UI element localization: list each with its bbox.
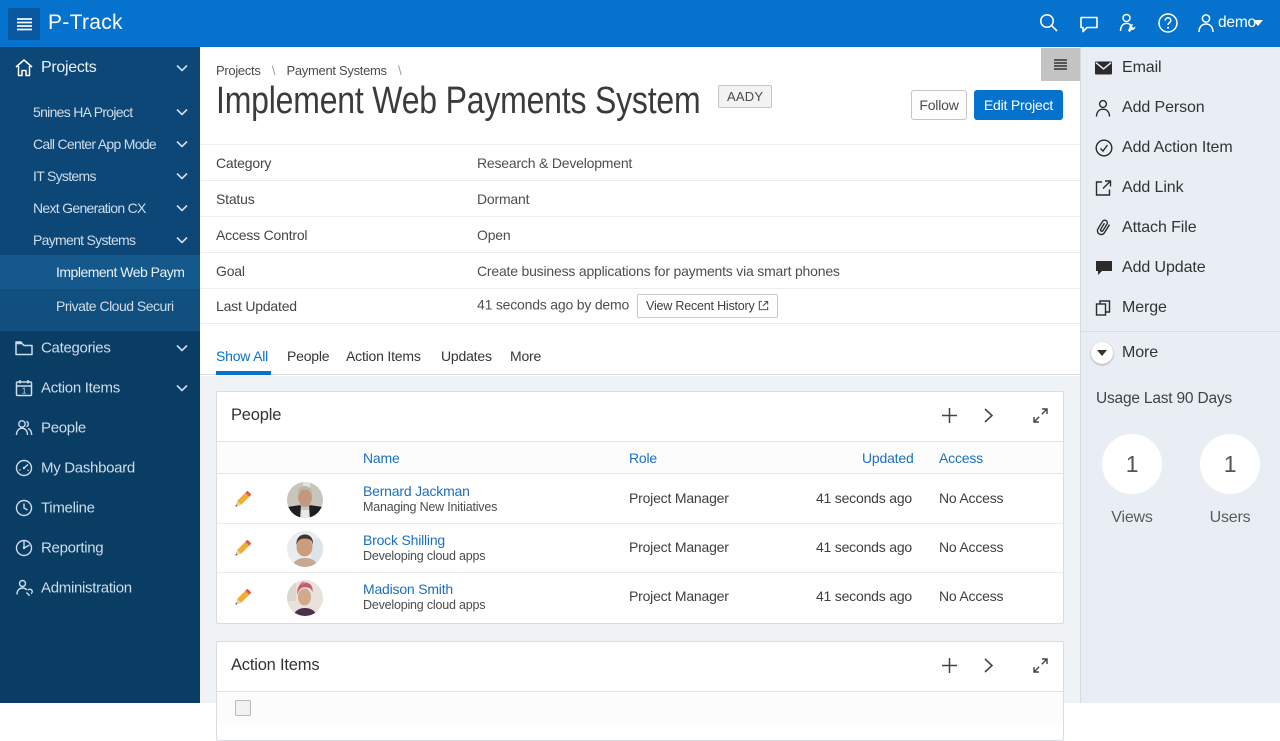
svg-text:1: 1: [22, 387, 27, 396]
